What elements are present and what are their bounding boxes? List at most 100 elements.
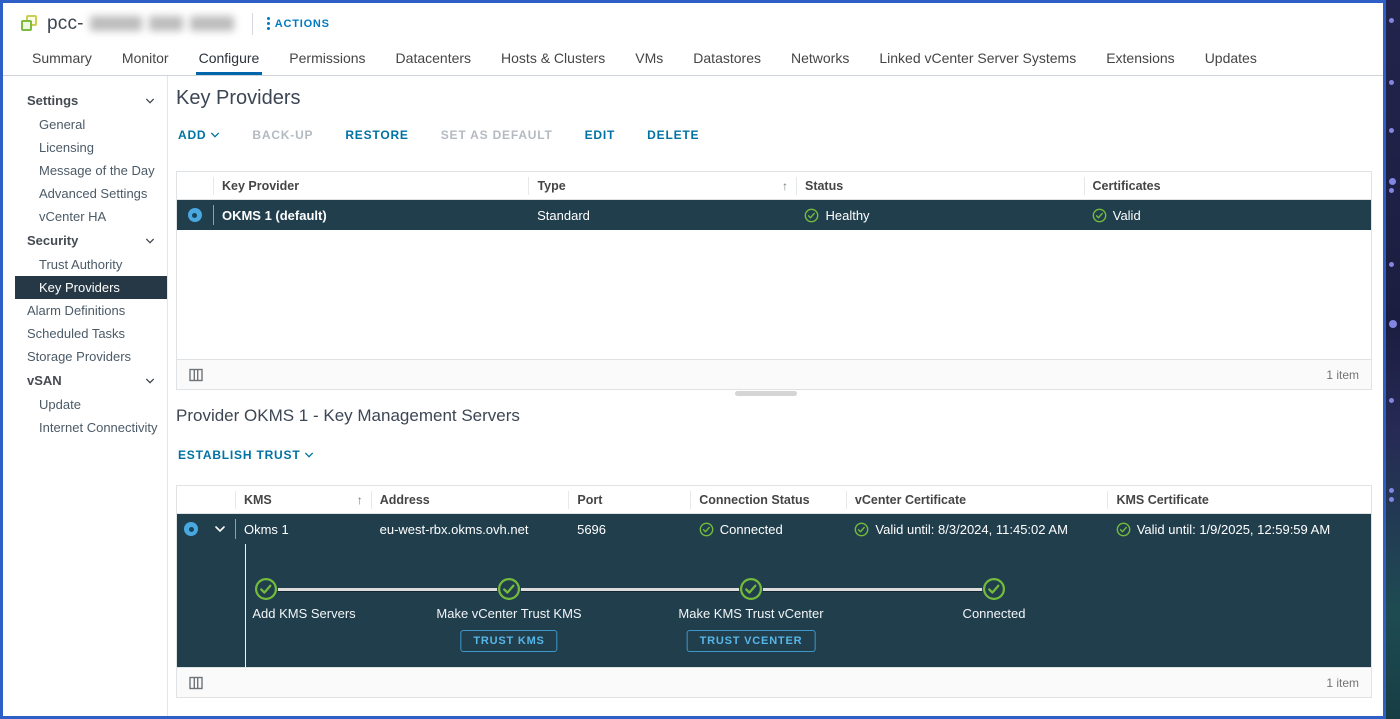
key-providers-toolbar: ADD BACK-UP RESTORE SET AS DEFAULT EDIT … [178, 128, 699, 142]
trust-kms-button[interactable]: TRUST KMS [460, 630, 557, 652]
success-check-icon [804, 208, 819, 223]
col-address[interactable]: Address [371, 491, 569, 509]
sidebar-item-licensing[interactable]: Licensing [3, 136, 167, 159]
col-type[interactable]: Type↑ [528, 177, 796, 195]
page-title: Key Providers [176, 87, 301, 110]
actions-button[interactable]: ACTIONS [267, 17, 330, 30]
backup-button[interactable]: BACK-UP [252, 128, 313, 142]
tab-updates[interactable]: Updates [1190, 44, 1272, 75]
object-tabbar: Summary Monitor Configure Permissions Da… [3, 44, 1383, 76]
kms-connection-status: Connected [691, 514, 847, 544]
row-radio-selected[interactable] [188, 208, 202, 222]
tab-datastores[interactable]: Datastores [678, 44, 776, 75]
vsphere-window: pcc- ACTIONS Summary Monitor Configure P… [0, 0, 1386, 719]
sidebar-section-security[interactable]: Security [3, 228, 167, 253]
row-radio-selected[interactable] [184, 522, 198, 536]
sidebar-item-alarm-definitions[interactable]: Alarm Definitions [3, 299, 167, 322]
tab-networks[interactable]: Networks [776, 44, 864, 75]
sidebar-item-vcenter-ha[interactable]: vCenter HA [3, 205, 167, 228]
kms-port: 5696 [569, 514, 691, 544]
trust-vcenter-button[interactable]: TRUST VCENTER [687, 630, 816, 652]
key-provider-row-okms1[interactable]: OKMS 1 (default) Standard Healthy Valid [177, 200, 1371, 230]
key-provider-type: Standard [529, 200, 796, 230]
screen: pcc- ACTIONS Summary Monitor Configure P… [0, 0, 1400, 719]
sidebar-item-storage-providers[interactable]: Storage Providers [3, 345, 167, 368]
kms-table-footer: 1 item [177, 667, 1371, 697]
edit-button[interactable]: EDIT [585, 128, 616, 142]
sidebar-item-message-of-the-day[interactable]: Message of the Day [3, 159, 167, 182]
column-picker-icon[interactable] [189, 368, 203, 382]
key-providers-table-header: Key Provider Type↑ Status Certificates [177, 172, 1371, 200]
kms-address: eu-west-rbx.okms.ovh.net [372, 514, 569, 544]
col-kms-certificate[interactable]: KMS Certificate [1107, 491, 1371, 509]
sidebar-section-vsan-label: vSAN [27, 373, 62, 388]
configure-sidebar: Settings General Licensing Message of th… [3, 76, 168, 716]
kms-servers-table: KMS↑ Address Port Connection Status vCen… [176, 485, 1372, 698]
success-check-icon [1092, 208, 1107, 223]
tab-extensions[interactable]: Extensions [1091, 44, 1189, 75]
detail-separator-line [245, 544, 246, 667]
object-header: pcc- ACTIONS [3, 3, 1383, 44]
col-status[interactable]: Status [796, 177, 1084, 195]
key-providers-panel: Key Providers ADD BACK-UP RESTORE SET AS… [168, 76, 1383, 716]
key-provider-name: OKMS 1 (default) [214, 200, 529, 230]
sidebar-item-trust-authority[interactable]: Trust Authority [3, 253, 167, 276]
tab-vms[interactable]: VMs [620, 44, 678, 75]
tab-datacenters[interactable]: Datacenters [381, 44, 486, 75]
tab-linked-vcenter[interactable]: Linked vCenter Server Systems [864, 44, 1091, 75]
collapse-row-icon[interactable] [214, 523, 226, 535]
header-divider [252, 13, 253, 35]
key-provider-certificates: Valid [1084, 200, 1371, 230]
sidebar-item-advanced-settings[interactable]: Advanced Settings [3, 182, 167, 205]
delete-button[interactable]: DELETE [647, 128, 699, 142]
key-providers-table: Key Provider Type↑ Status Certificates O… [176, 171, 1372, 390]
tab-configure[interactable]: Configure [184, 44, 275, 75]
kms-vcenter-certificate: Valid until: 8/3/2024, 11:45:02 AM [846, 514, 1107, 544]
tab-permissions[interactable]: Permissions [274, 44, 380, 75]
sidebar-section-vsan[interactable]: vSAN [3, 368, 167, 393]
desktop-wallpaper-strip [1384, 0, 1400, 719]
sidebar-item-update[interactable]: Update [3, 393, 167, 416]
tab-hosts-clusters[interactable]: Hosts & Clusters [486, 44, 620, 75]
tab-monitor[interactable]: Monitor [107, 44, 184, 75]
restore-button[interactable]: RESTORE [345, 128, 408, 142]
col-port[interactable]: Port [568, 491, 690, 509]
add-button[interactable]: ADD [178, 128, 220, 142]
sidebar-item-general[interactable]: General [3, 113, 167, 136]
object-title: pcc- [47, 13, 234, 35]
stepper-line [266, 588, 994, 591]
sort-ascending-icon: ↑ [782, 177, 788, 195]
panel-resize-handle[interactable] [735, 391, 797, 396]
step-label-vcenter-trust-kms: Make vCenter Trust KMS [436, 606, 581, 621]
vcenter-icon [21, 15, 39, 33]
vertical-dots-icon [267, 17, 270, 30]
establish-trust-button[interactable]: ESTABLISH TRUST [178, 448, 314, 462]
col-certificates[interactable]: Certificates [1084, 177, 1372, 195]
col-vcenter-certificate[interactable]: vCenter Certificate [846, 491, 1108, 509]
kms-table-header: KMS↑ Address Port Connection Status vCen… [177, 486, 1371, 514]
establish-trust-label: ESTABLISH TRUST [178, 448, 300, 462]
sidebar-item-key-providers[interactable]: Key Providers [15, 276, 167, 299]
item-count: 1 item [1326, 676, 1359, 690]
col-key-provider[interactable]: Key Provider [213, 177, 528, 195]
sort-ascending-icon: ↑ [357, 491, 363, 509]
step-check-icon [497, 577, 521, 601]
sidebar-section-settings[interactable]: Settings [3, 88, 167, 113]
col-kms[interactable]: KMS↑ [235, 491, 371, 509]
chevron-down-icon [145, 236, 155, 246]
step-label-kms-trust-vcenter: Make KMS Trust vCenter [678, 606, 823, 621]
set-as-default-button[interactable]: SET AS DEFAULT [441, 128, 553, 142]
col-connection-status[interactable]: Connection Status [690, 491, 846, 509]
kms-row-okms1[interactable]: Okms 1 eu-west-rbx.okms.ovh.net 5696 Con… [177, 514, 1371, 544]
key-providers-table-footer: 1 item [177, 359, 1371, 389]
sidebar-item-internet-connectivity[interactable]: Internet Connectivity [3, 416, 167, 439]
sidebar-section-security-label: Security [27, 233, 78, 248]
kms-name: Okms 1 [236, 514, 372, 544]
success-check-icon [854, 522, 869, 537]
column-picker-icon[interactable] [189, 676, 203, 690]
sidebar-item-scheduled-tasks[interactable]: Scheduled Tasks [3, 322, 167, 345]
success-check-icon [699, 522, 714, 537]
add-button-label: ADD [178, 128, 206, 142]
tab-summary[interactable]: Summary [17, 44, 107, 75]
kms-section-title: Provider OKMS 1 - Key Management Servers [176, 406, 520, 426]
